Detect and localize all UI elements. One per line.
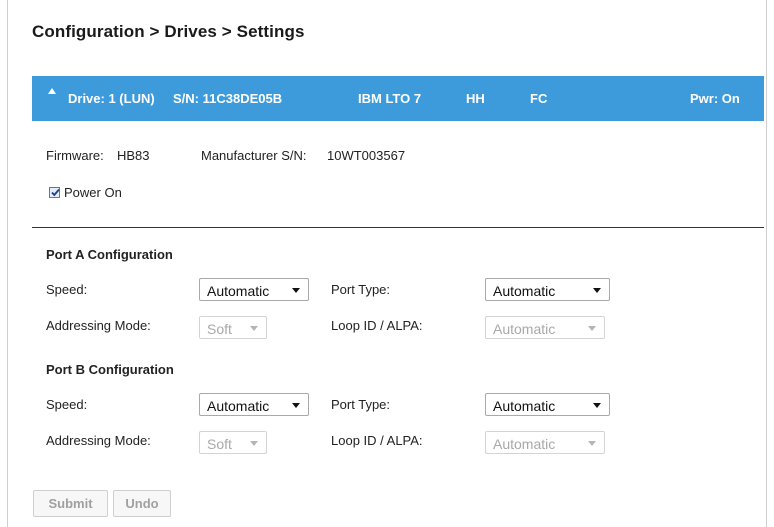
port-b-speed-select[interactable]: Automatic [199,393,309,416]
collapse-triangle-icon[interactable] [48,88,56,94]
drive-interface: FC [530,91,548,106]
port-b-addressing-select[interactable]: Soft [199,431,267,454]
port-a-title: Port A Configuration [46,247,173,262]
drive-serial: S/N: 11C38DE05B [173,91,283,106]
port-a-speed-select[interactable]: Automatic [199,278,309,301]
chevron-down-icon [250,326,258,331]
port-b-loop-id-select[interactable]: Automatic [485,431,605,454]
drive-header-bar[interactable]: Drive: 1 (LUN) S/N: 11C38DE05B IBM LTO 7… [32,76,764,121]
port-b-port-type-label: Port Type: [331,397,391,412]
port-a-port-type-select[interactable]: Automatic [485,278,610,301]
breadcrumb: Configuration > Drives > Settings [32,22,305,41]
chevron-down-icon [588,441,596,446]
chevron-down-icon [292,288,300,293]
manufacturer-sn-value: 10WT003567 [327,148,406,163]
manufacturer-sn-label: Manufacturer S/N: [201,148,307,163]
drive-model: IBM LTO 7 [358,91,422,106]
chevron-down-icon [250,441,258,446]
port-b-addressing-label: Addressing Mode: [46,433,151,448]
power-on-label: Power On [64,185,122,200]
chevron-down-icon [593,403,601,408]
power-on-row[interactable]: Power On [49,185,122,200]
port-b-title: Port B Configuration [46,362,174,377]
chevron-down-icon [593,288,601,293]
submit-button[interactable]: Submit [33,490,108,517]
port-b-speed-label: Speed: [46,397,88,412]
drive-form-factor: HH [466,91,485,106]
port-a-loop-id-select[interactable]: Automatic [485,316,605,339]
port-b-port-type-select[interactable]: Automatic [485,393,610,416]
port-a-speed-label: Speed: [46,282,88,297]
port-a-addressing-label: Addressing Mode: [46,318,151,333]
firmware-value: HB83 [117,148,150,163]
port-a-loop-id-label: Loop ID / ALPA: [331,318,423,333]
port-a-port-type-label: Port Type: [331,282,391,297]
chevron-down-icon [292,403,300,408]
power-on-checkbox[interactable] [49,187,60,198]
port-b-loop-id-label: Loop ID / ALPA: [331,433,423,448]
undo-button[interactable]: Undo [113,490,171,517]
firmware-label: Firmware: [46,148,104,163]
port-a-addressing-select[interactable]: Soft [199,316,267,339]
section-divider [32,227,764,228]
drive-id: Drive: 1 (LUN) [68,91,155,106]
chevron-down-icon [588,326,596,331]
checkmark-icon [51,188,60,197]
drive-power-status: Pwr: On [690,91,740,106]
